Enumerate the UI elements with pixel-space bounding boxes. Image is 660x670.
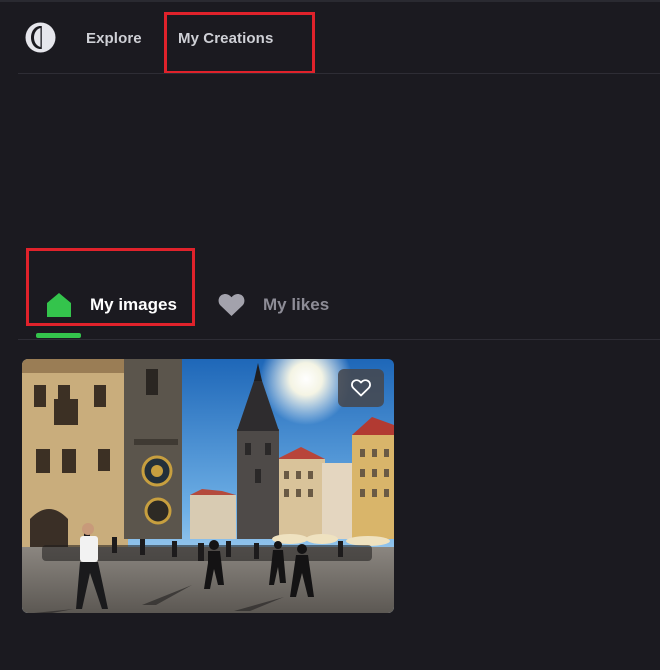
gallery-tabs: My images My likes — [0, 270, 660, 340]
nav-my-creations-link[interactable]: My Creations — [178, 30, 273, 47]
tab-my-images[interactable]: My images — [46, 288, 177, 322]
logo-icon[interactable] — [24, 21, 57, 54]
like-button[interactable] — [338, 369, 384, 407]
tabs-divider — [18, 339, 660, 340]
nav-explore-link[interactable]: Explore — [86, 30, 142, 47]
heart-outline-icon — [351, 379, 371, 397]
active-tab-indicator — [36, 333, 81, 338]
tab-my-images-label: My images — [90, 295, 177, 314]
heart-icon — [218, 293, 245, 316]
top-navigation: Explore My Creations — [0, 0, 660, 74]
gallery-image-card[interactable] — [22, 359, 394, 613]
tab-my-likes-label: My likes — [263, 295, 330, 314]
home-icon — [47, 293, 71, 317]
nav-divider — [18, 73, 660, 74]
tab-my-likes[interactable]: My likes — [218, 288, 329, 322]
